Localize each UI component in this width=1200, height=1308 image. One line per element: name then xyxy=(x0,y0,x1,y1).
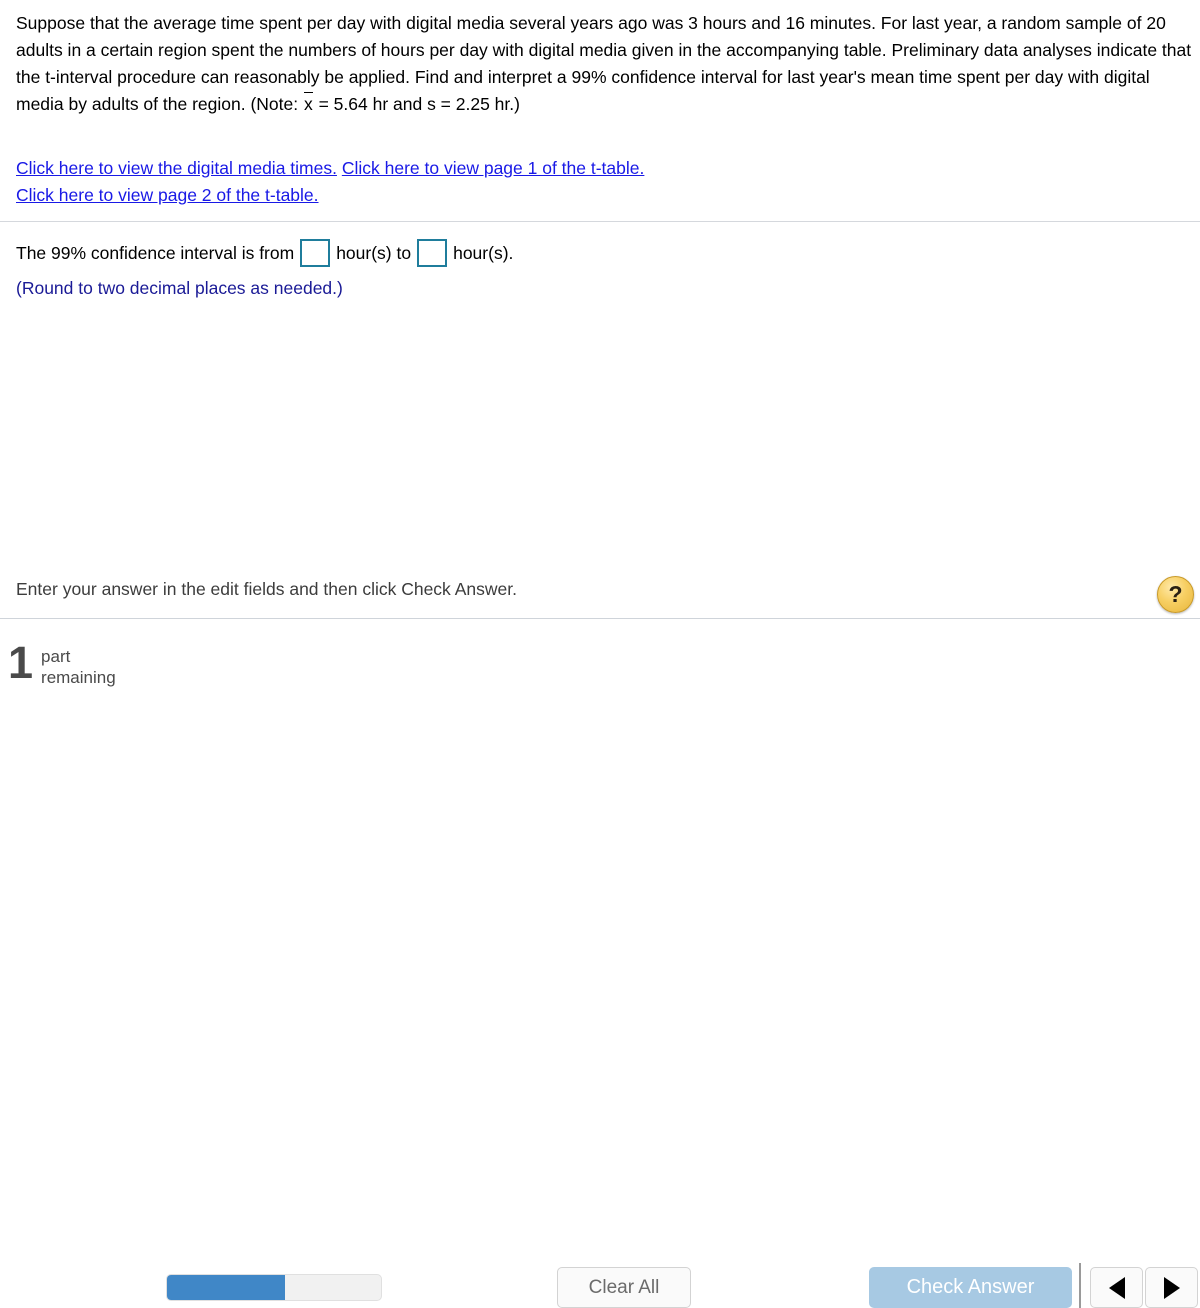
lower-bound-input[interactable] xyxy=(300,239,331,267)
problem-statement: Suppose that the average time spent per … xyxy=(16,10,1196,118)
right-arrow-icon xyxy=(1163,1276,1180,1299)
answer-suffix-label: hour(s). xyxy=(453,243,514,263)
confidence-interval-line: The 99% confidence interval is from hour… xyxy=(16,238,1176,268)
link-digital-media-times[interactable]: Click here to view the digital media tim… xyxy=(16,158,337,178)
upper-bound-input[interactable] xyxy=(417,239,448,267)
status-strip: Enter your answer in the edit fields and… xyxy=(0,578,1200,618)
progress-bar xyxy=(166,1274,382,1301)
previous-question-button[interactable] xyxy=(1090,1267,1143,1308)
next-question-button[interactable] xyxy=(1145,1267,1198,1308)
problem-text: Suppose that the average time spent per … xyxy=(16,10,1196,118)
left-arrow-icon xyxy=(1108,1276,1125,1299)
x-bar-symbol: x xyxy=(303,91,314,118)
parts-remaining-count: 1 xyxy=(8,637,34,688)
answer-area: The 99% confidence interval is from hour… xyxy=(16,238,1176,302)
resource-links: Click here to view the digital media tim… xyxy=(16,155,1196,209)
check-answer-button[interactable]: Check Answer xyxy=(869,1267,1072,1308)
progress-bar-fill xyxy=(167,1275,285,1300)
help-icon[interactable]: ? xyxy=(1157,576,1194,613)
clear-all-button[interactable]: Clear All xyxy=(557,1267,691,1308)
parts-label-line-1: part xyxy=(41,647,71,666)
parts-label-line-2: remaining xyxy=(41,668,116,687)
answer-prefix-label: The 99% confidence interval is from xyxy=(16,243,295,263)
section-divider-top xyxy=(0,221,1200,222)
problem-note-suffix: = 5.64 hr and s = 2.25 hr.) xyxy=(313,94,520,114)
parts-remaining-group: 1 part remaining xyxy=(8,637,116,688)
nav-divider xyxy=(1079,1263,1081,1308)
rounding-instruction: (Round to two decimal places as needed.) xyxy=(16,278,343,298)
link-t-table-page-1[interactable]: Click here to view page 1 of the t-table… xyxy=(342,158,645,178)
bottom-toolbar: 1 part remaining Clear All Check Answer xyxy=(0,619,1200,1308)
link-t-table-page-2[interactable]: Click here to view page 2 of the t-table… xyxy=(16,185,319,205)
status-message: Enter your answer in the edit fields and… xyxy=(16,579,517,599)
answer-middle-label: hour(s) to xyxy=(336,243,412,263)
problem-sentence: Suppose that the average time spent per … xyxy=(16,13,1192,114)
parts-remaining-label: part remaining xyxy=(41,643,116,688)
